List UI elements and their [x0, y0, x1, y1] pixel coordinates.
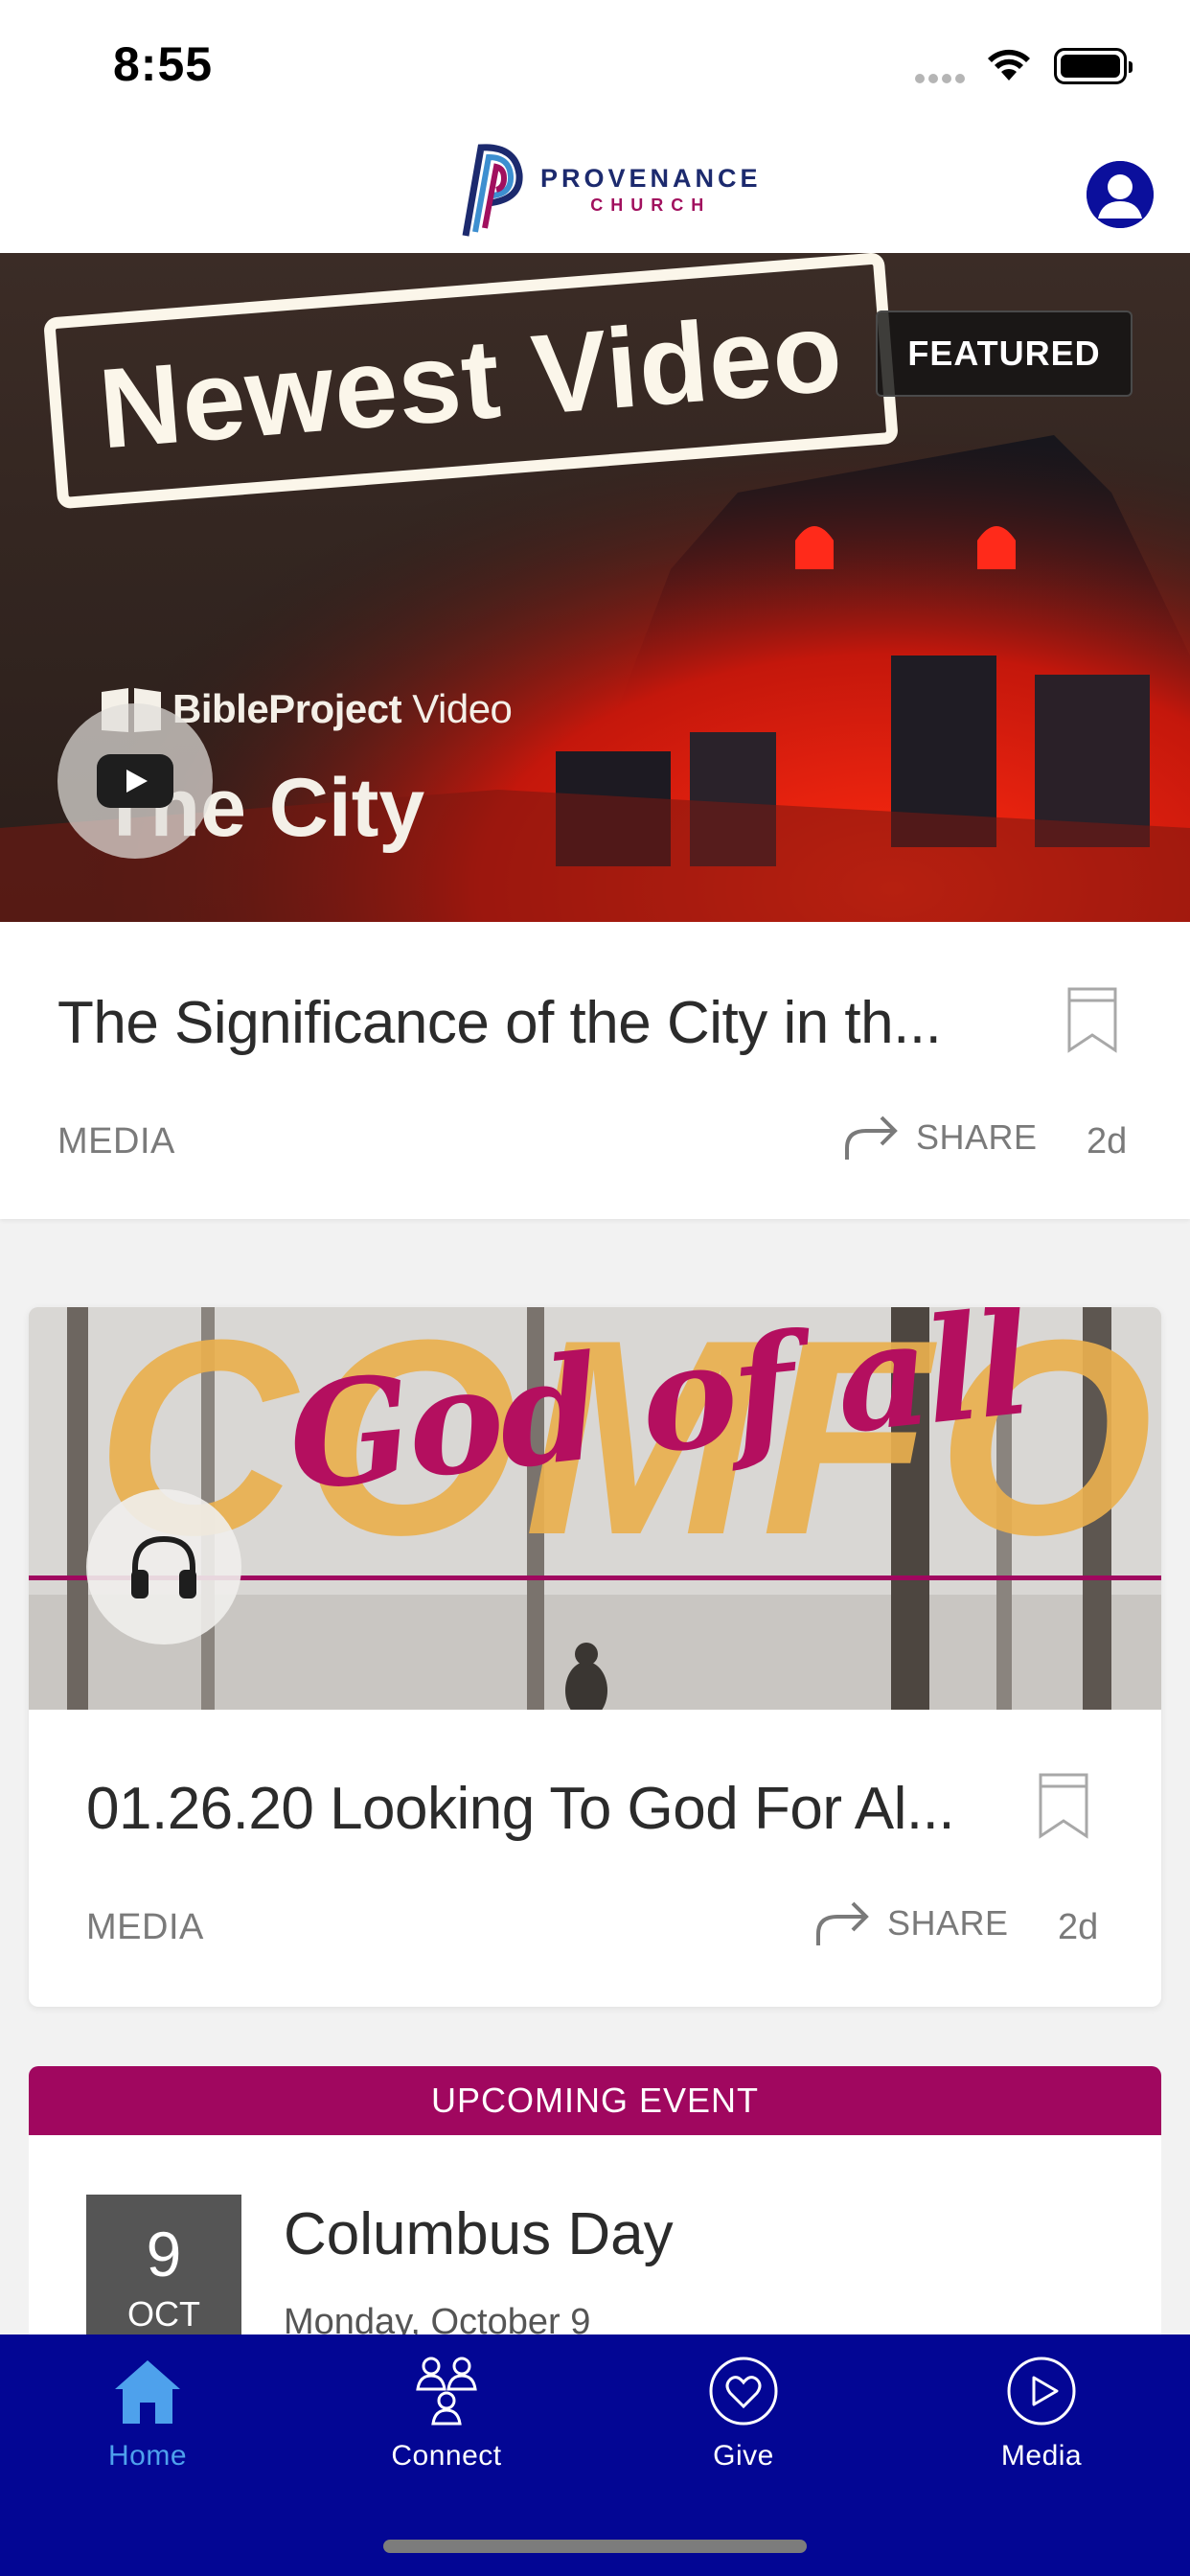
media-card-sermon[interactable]: COMFORT God of all 01.26.20 Looking To G…: [29, 1307, 1161, 2007]
tab-connect[interactable]: Connect: [341, 2350, 552, 2494]
play-circle-icon: [1007, 2357, 1076, 2426]
app-header: PROVENANCE CHURCH: [0, 130, 1190, 253]
card-age: 2d: [1087, 1121, 1128, 1162]
status-bar: 8:55: [0, 0, 1190, 130]
card-title[interactable]: 01.26.20 Looking To God For Al...: [86, 1775, 1006, 1843]
tab-label: Connect: [391, 2440, 502, 2472]
headphones-icon: [131, 1535, 196, 1598]
bookmark-icon[interactable]: [1037, 1773, 1090, 1840]
church-logo[interactable]: PROVENANCE CHURCH: [460, 140, 762, 240]
card-category: MEDIA: [57, 1121, 175, 1162]
bibleproject-brand: BibleProject: [172, 686, 402, 731]
battery-icon: [1054, 48, 1133, 84]
tab-home[interactable]: Home: [42, 2350, 253, 2494]
logo-name: PROVENANCE: [540, 164, 762, 193]
home-indicator[interactable]: [383, 2540, 807, 2553]
event-day: 9: [146, 2219, 182, 2289]
tab-label: Home: [107, 2440, 188, 2472]
share-arrow-icon: [816, 1901, 869, 1945]
tab-label: Media: [1000, 2440, 1083, 2472]
featured-badge: FEATURED: [876, 310, 1133, 397]
logo-mark-icon: [462, 144, 523, 237]
share-label: SHARE: [887, 1903, 1009, 1943]
media-card-featured[interactable]: The Significance of the City in th... ME…: [0, 922, 1190, 1219]
share-arrow-icon: [845, 1116, 898, 1160]
status-time: 8:55: [113, 37, 214, 91]
bibleproject-suffix: Video: [401, 686, 513, 731]
card-category: MEDIA: [86, 1907, 204, 1947]
listen-button[interactable]: [86, 1489, 241, 1644]
share-label: SHARE: [916, 1117, 1038, 1157]
share-button[interactable]: SHARE: [843, 1114, 1038, 1162]
event-title[interactable]: Columbus Day: [284, 2200, 674, 2268]
home-icon: [115, 2360, 180, 2424]
tab-label: Give: [713, 2440, 774, 2472]
play-button[interactable]: [57, 703, 213, 859]
newest-video-text: Newest Video: [94, 288, 848, 473]
logo-subtitle: CHURCH: [590, 196, 712, 215]
tab-media[interactable]: Media: [936, 2350, 1147, 2494]
tab-give[interactable]: Give: [638, 2350, 849, 2494]
cellular-signal-icon: [915, 71, 969, 88]
wifi-icon: [988, 49, 1030, 80]
heart-circle-icon: [709, 2357, 778, 2426]
app-screen: 8:55 PROVENANCE CHURCH Newest Video FEAT…: [0, 0, 1190, 2576]
share-button[interactable]: SHARE: [814, 1899, 1009, 1947]
card-title[interactable]: The Significance of the City in th...: [57, 989, 977, 1057]
bookmark-icon[interactable]: [1065, 987, 1119, 1054]
people-icon: [416, 2357, 477, 2426]
card-age: 2d: [1058, 1907, 1099, 1947]
event-section-header: UPCOMING EVENT: [29, 2066, 1161, 2135]
sermon-artwork: COMFORT God of all: [29, 1307, 1161, 1710]
person-circle-icon: [1087, 161, 1154, 228]
event-date-badge: 9 OCT: [86, 2195, 241, 2358]
profile-button[interactable]: [1087, 161, 1154, 228]
play-icon: [97, 754, 173, 808]
featured-hero[interactable]: Newest Video FEATURED BibleProject Video…: [0, 253, 1190, 922]
event-month: OCT: [127, 2294, 200, 2334]
